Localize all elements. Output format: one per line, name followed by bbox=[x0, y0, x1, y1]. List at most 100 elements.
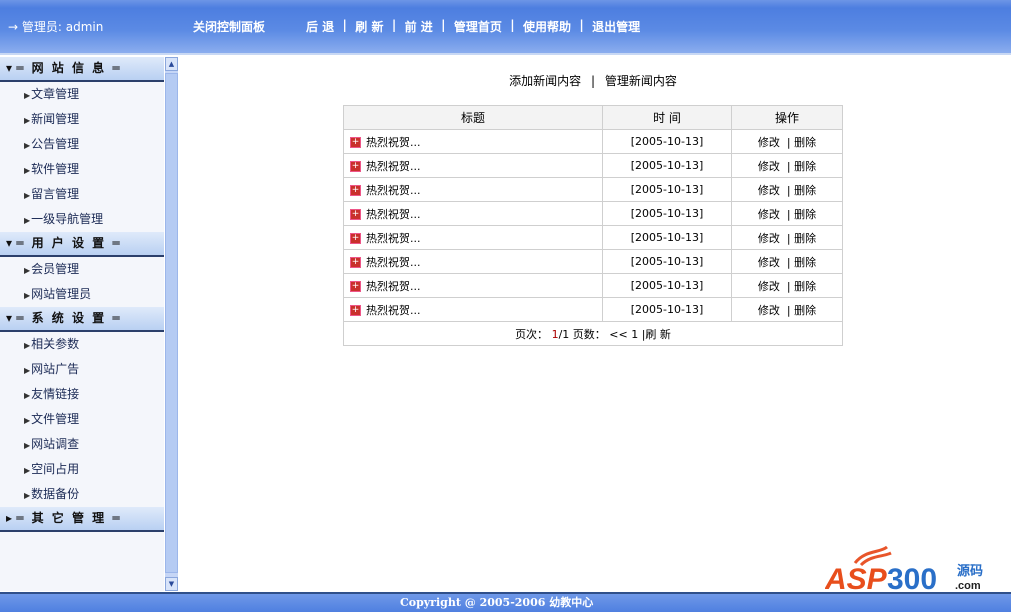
sidebar-item-label: 网站广告 bbox=[31, 362, 80, 376]
nav-separator: | bbox=[570, 18, 593, 32]
nav-link[interactable]: 刷 新 bbox=[355, 18, 383, 35]
plus-icon: + bbox=[350, 137, 361, 148]
delete-link[interactable]: 删除 bbox=[794, 304, 816, 317]
sidebar-item[interactable]: ▶新闻管理 bbox=[0, 107, 164, 132]
delete-link[interactable]: 删除 bbox=[794, 256, 816, 269]
sidebar-item[interactable]: ▶空间占用 bbox=[0, 457, 164, 482]
news-title-link[interactable]: 热烈祝贺... bbox=[366, 256, 421, 269]
sidebar-item[interactable]: ▶数据备份 bbox=[0, 482, 164, 507]
nav-separator: | bbox=[383, 18, 405, 32]
sidebar-item[interactable]: ▶公告管理 bbox=[0, 132, 164, 157]
arrow-icon: ▶ bbox=[24, 166, 31, 175]
delete-link[interactable]: 删除 bbox=[794, 160, 816, 173]
sidebar-section-header[interactable]: ▾ ═ 网 站 信 息 ═ bbox=[0, 57, 164, 82]
sidebar-item-label: 文件管理 bbox=[31, 412, 80, 426]
table-row: + 热烈祝贺... [2005-10-13] 修改 | 删除 bbox=[343, 153, 843, 178]
sidebar-item[interactable]: ▶会员管理 bbox=[0, 257, 164, 282]
sidebar-section-header[interactable]: ▾ ═ 系 统 设 置 ═ bbox=[0, 307, 164, 332]
svg-text:源码: 源码 bbox=[957, 563, 983, 579]
add-news-link[interactable]: 添加新闻内容 bbox=[509, 74, 581, 88]
nav-link[interactable]: 退出管理 bbox=[592, 18, 640, 35]
news-title-link[interactable]: 热烈祝贺... bbox=[366, 232, 421, 245]
arrow-icon: ▶ bbox=[24, 391, 31, 400]
delete-link[interactable]: 删除 bbox=[794, 232, 816, 245]
sidebar-item[interactable]: ▶网站管理员 bbox=[0, 282, 164, 307]
plus-icon: + bbox=[350, 257, 361, 268]
sidebar-item-label: 友情链接 bbox=[31, 387, 80, 401]
sidebar-item[interactable]: ▶软件管理 bbox=[0, 157, 164, 182]
manage-news-link[interactable]: 管理新闻内容 bbox=[605, 74, 677, 88]
news-title-link[interactable]: 热烈祝贺... bbox=[366, 280, 421, 293]
date-cell: [2005-10-13] bbox=[602, 201, 732, 226]
scroll-down-button[interactable]: ▼ bbox=[165, 577, 178, 591]
date-cell: [2005-10-13] bbox=[602, 225, 732, 250]
sidebar-item[interactable]: ▶文件管理 bbox=[0, 407, 164, 432]
title-cell: + 热烈祝贺... bbox=[343, 153, 603, 178]
arrow-icon: ▶ bbox=[24, 141, 31, 150]
sidebar-item[interactable]: ▶网站广告 bbox=[0, 357, 164, 382]
nav-link[interactable]: 管理首页 bbox=[454, 18, 502, 35]
date-cell: [2005-10-13] bbox=[602, 153, 732, 178]
admin-label: → 管理员: admin bbox=[8, 20, 104, 34]
sidebar: ▾ ═ 网 站 信 息 ═ ▶文章管理 ▶新闻管理 ▶公告管理 ▶软件管理 ▶留言管理 ▶一… bbox=[0, 57, 164, 591]
scroll-thumb[interactable] bbox=[165, 73, 178, 573]
news-title-link[interactable]: 热烈祝贺... bbox=[366, 208, 421, 221]
close-panel-link[interactable]: 关闭控制面板 bbox=[193, 18, 265, 35]
edit-link[interactable]: 修改 bbox=[758, 208, 780, 221]
nav-link[interactable]: 前 进 bbox=[405, 18, 433, 35]
pager-page[interactable]: 1 bbox=[631, 328, 638, 341]
sidebar-section-header[interactable]: ▾ ═ 用 户 设 置 ═ bbox=[0, 232, 164, 257]
edit-link[interactable]: 修改 bbox=[758, 184, 780, 197]
edit-link[interactable]: 修改 bbox=[758, 280, 780, 293]
title-cell: + 热烈祝贺... bbox=[343, 129, 603, 154]
plus-icon: + bbox=[350, 305, 361, 316]
arrow-icon: ▶ bbox=[24, 491, 31, 500]
pager-prev[interactable]: << bbox=[609, 328, 627, 341]
table-row: + 热烈祝贺... [2005-10-13] 修改 | 删除 bbox=[343, 249, 843, 274]
title-cell: + 热烈祝贺... bbox=[343, 225, 603, 250]
sidebar-scrollbar[interactable]: ▲ ▼ bbox=[164, 57, 178, 591]
sidebar-item[interactable]: ▶文章管理 bbox=[0, 82, 164, 107]
sidebar-item[interactable]: ▶友情链接 bbox=[0, 382, 164, 407]
edit-link[interactable]: 修改 bbox=[758, 256, 780, 269]
delete-link[interactable]: 删除 bbox=[794, 184, 816, 197]
sidebar-item[interactable]: ▶留言管理 bbox=[0, 182, 164, 207]
nav-link[interactable]: 使用帮助 bbox=[523, 18, 571, 35]
content-links: 添加新闻内容 | 管理新闻内容 bbox=[509, 74, 677, 88]
sidebar-item-label: 会员管理 bbox=[31, 262, 80, 276]
delete-link[interactable]: 删除 bbox=[794, 136, 816, 149]
news-title-link[interactable]: 热烈祝贺... bbox=[366, 184, 421, 197]
news-title-link[interactable]: 热烈祝贺... bbox=[366, 136, 421, 149]
date-cell: [2005-10-13] bbox=[602, 177, 732, 202]
sidebar-item-label: 数据备份 bbox=[31, 487, 80, 501]
sidebar-section-header[interactable]: ▸ ═ 其 它 管 理 ═ bbox=[0, 507, 164, 532]
scroll-up-button[interactable]: ▲ bbox=[165, 57, 178, 71]
svg-text:.com: .com bbox=[955, 580, 981, 592]
sidebar-item[interactable]: ▶一级导航管理 bbox=[0, 207, 164, 232]
actions-cell: 修改 | 删除 bbox=[731, 201, 843, 226]
section-title: ═ 网 站 信 息 ═ bbox=[16, 61, 122, 75]
sidebar-item-label: 一级导航管理 bbox=[31, 212, 104, 226]
edit-link[interactable]: 修改 bbox=[758, 160, 780, 173]
delete-link[interactable]: 删除 bbox=[794, 280, 816, 293]
edit-link[interactable]: 修改 bbox=[758, 232, 780, 245]
sidebar-item-label: 软件管理 bbox=[31, 162, 80, 176]
pager-refresh[interactable]: |刷 新 bbox=[642, 328, 671, 341]
news-table: 标题 时 间 操作 + 热烈祝贺... [2005-10-13] 修改 | 删除 + 热烈… bbox=[343, 105, 843, 346]
plus-icon: + bbox=[350, 185, 361, 196]
sidebar-item-label: 网站管理员 bbox=[31, 287, 92, 301]
delete-link[interactable]: 删除 bbox=[794, 208, 816, 221]
nav-link[interactable]: 后 退 bbox=[306, 18, 334, 35]
sidebar-item[interactable]: ▶相关参数 bbox=[0, 332, 164, 357]
news-title-link[interactable]: 热烈祝贺... bbox=[366, 304, 421, 317]
sidebar-item-label: 空间占用 bbox=[31, 462, 80, 476]
title-cell: + 热烈祝贺... bbox=[343, 177, 603, 202]
edit-link[interactable]: 修改 bbox=[758, 304, 780, 317]
news-title-link[interactable]: 热烈祝贺... bbox=[366, 160, 421, 173]
edit-link[interactable]: 修改 bbox=[758, 136, 780, 149]
collapse-icon: ▾ bbox=[6, 311, 17, 325]
section-title: ═ 用 户 设 置 ═ bbox=[16, 236, 122, 250]
sidebar-item[interactable]: ▶网站调查 bbox=[0, 432, 164, 457]
title-cell: + 热烈祝贺... bbox=[343, 249, 603, 274]
arrow-icon: ▶ bbox=[24, 291, 31, 300]
